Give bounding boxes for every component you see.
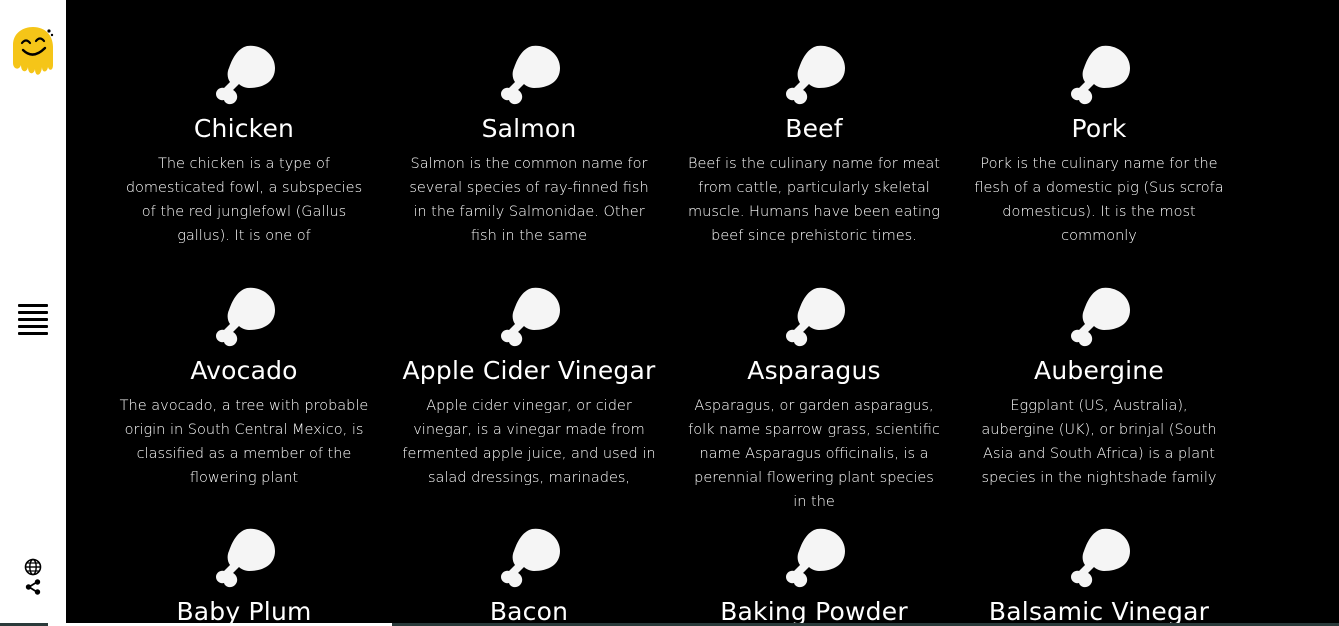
food-title: Apple Cider Vinegar <box>402 356 656 385</box>
food-title: Balsamic Vinegar <box>988 597 1210 626</box>
food-title: Baby Plum <box>176 597 312 626</box>
food-description: Pork is the culinary name for the flesh … <box>974 156 1224 244</box>
drumstick-icon <box>216 45 275 105</box>
food-card[interactable]: Aubergine Eggplant (US, Australia), aube… <box>964 286 1234 490</box>
globe-icon[interactable] <box>24 558 42 576</box>
drumstick-icon <box>501 528 560 588</box>
smiling-face-logo[interactable] <box>9 25 57 79</box>
food-card[interactable]: Apple Cider Vinegar Apple cider vinegar,… <box>394 286 664 490</box>
food-description: Apple cider vinegar, or cider vinegar, i… <box>402 398 656 486</box>
drumstick-icon <box>786 528 845 588</box>
food-title: Bacon <box>489 597 569 626</box>
food-card[interactable]: Balsamic Vinegar <box>964 527 1234 626</box>
drumstick-icon <box>1071 287 1130 347</box>
share-icon[interactable] <box>24 578 42 596</box>
food-grid: Chicken The chicken is a type of domesti… <box>66 0 1339 626</box>
food-description: Beef is the culinary name for meat from … <box>688 156 940 244</box>
food-description: Salmon is the common name for several sp… <box>409 156 649 244</box>
food-title: Beef <box>785 114 843 143</box>
food-title: Chicken <box>193 114 295 143</box>
drumstick-icon <box>501 287 560 347</box>
drumstick-icon <box>786 45 845 105</box>
drumstick-icon <box>1071 45 1130 105</box>
food-title: Avocado <box>190 356 298 385</box>
food-card[interactable]: Salmon Salmon is the common name for sev… <box>394 44 664 248</box>
drumstick-icon <box>1071 528 1130 588</box>
food-card[interactable]: Asparagus Asparagus, or garden asparagus… <box>679 286 949 514</box>
food-card[interactable]: Pork Pork is the culinary name for the f… <box>964 44 1234 248</box>
food-description: The avocado, a tree with probable origin… <box>119 398 369 486</box>
food-title: Pork <box>1071 114 1127 143</box>
food-description: Eggplant (US, Australia), aubergine (UK)… <box>981 398 1217 486</box>
food-title: Baking Powder <box>720 597 908 626</box>
food-card[interactable]: Baby Plum <box>109 527 379 626</box>
food-card[interactable]: Avocado The avocado, a tree with probabl… <box>109 286 379 490</box>
food-card[interactable]: Bacon <box>394 527 664 626</box>
food-card[interactable]: Chicken The chicken is a type of domesti… <box>109 44 379 248</box>
hamburger-menu-icon[interactable] <box>18 304 48 336</box>
food-description: The chicken is a type of domesticated fo… <box>125 156 363 244</box>
drumstick-icon <box>501 45 560 105</box>
food-card[interactable]: Beef Beef is the culinary name for meat … <box>679 44 949 248</box>
food-card[interactable]: Baking Powder <box>679 527 949 626</box>
drumstick-icon <box>216 528 275 588</box>
sidebar <box>0 0 66 626</box>
food-title: Salmon <box>481 114 577 143</box>
food-title: Aubergine <box>1034 356 1164 385</box>
drumstick-icon <box>786 287 845 347</box>
drumstick-icon <box>216 287 275 347</box>
food-title: Asparagus <box>747 356 881 385</box>
food-description: Asparagus, or garden asparagus, folk nam… <box>688 398 940 510</box>
